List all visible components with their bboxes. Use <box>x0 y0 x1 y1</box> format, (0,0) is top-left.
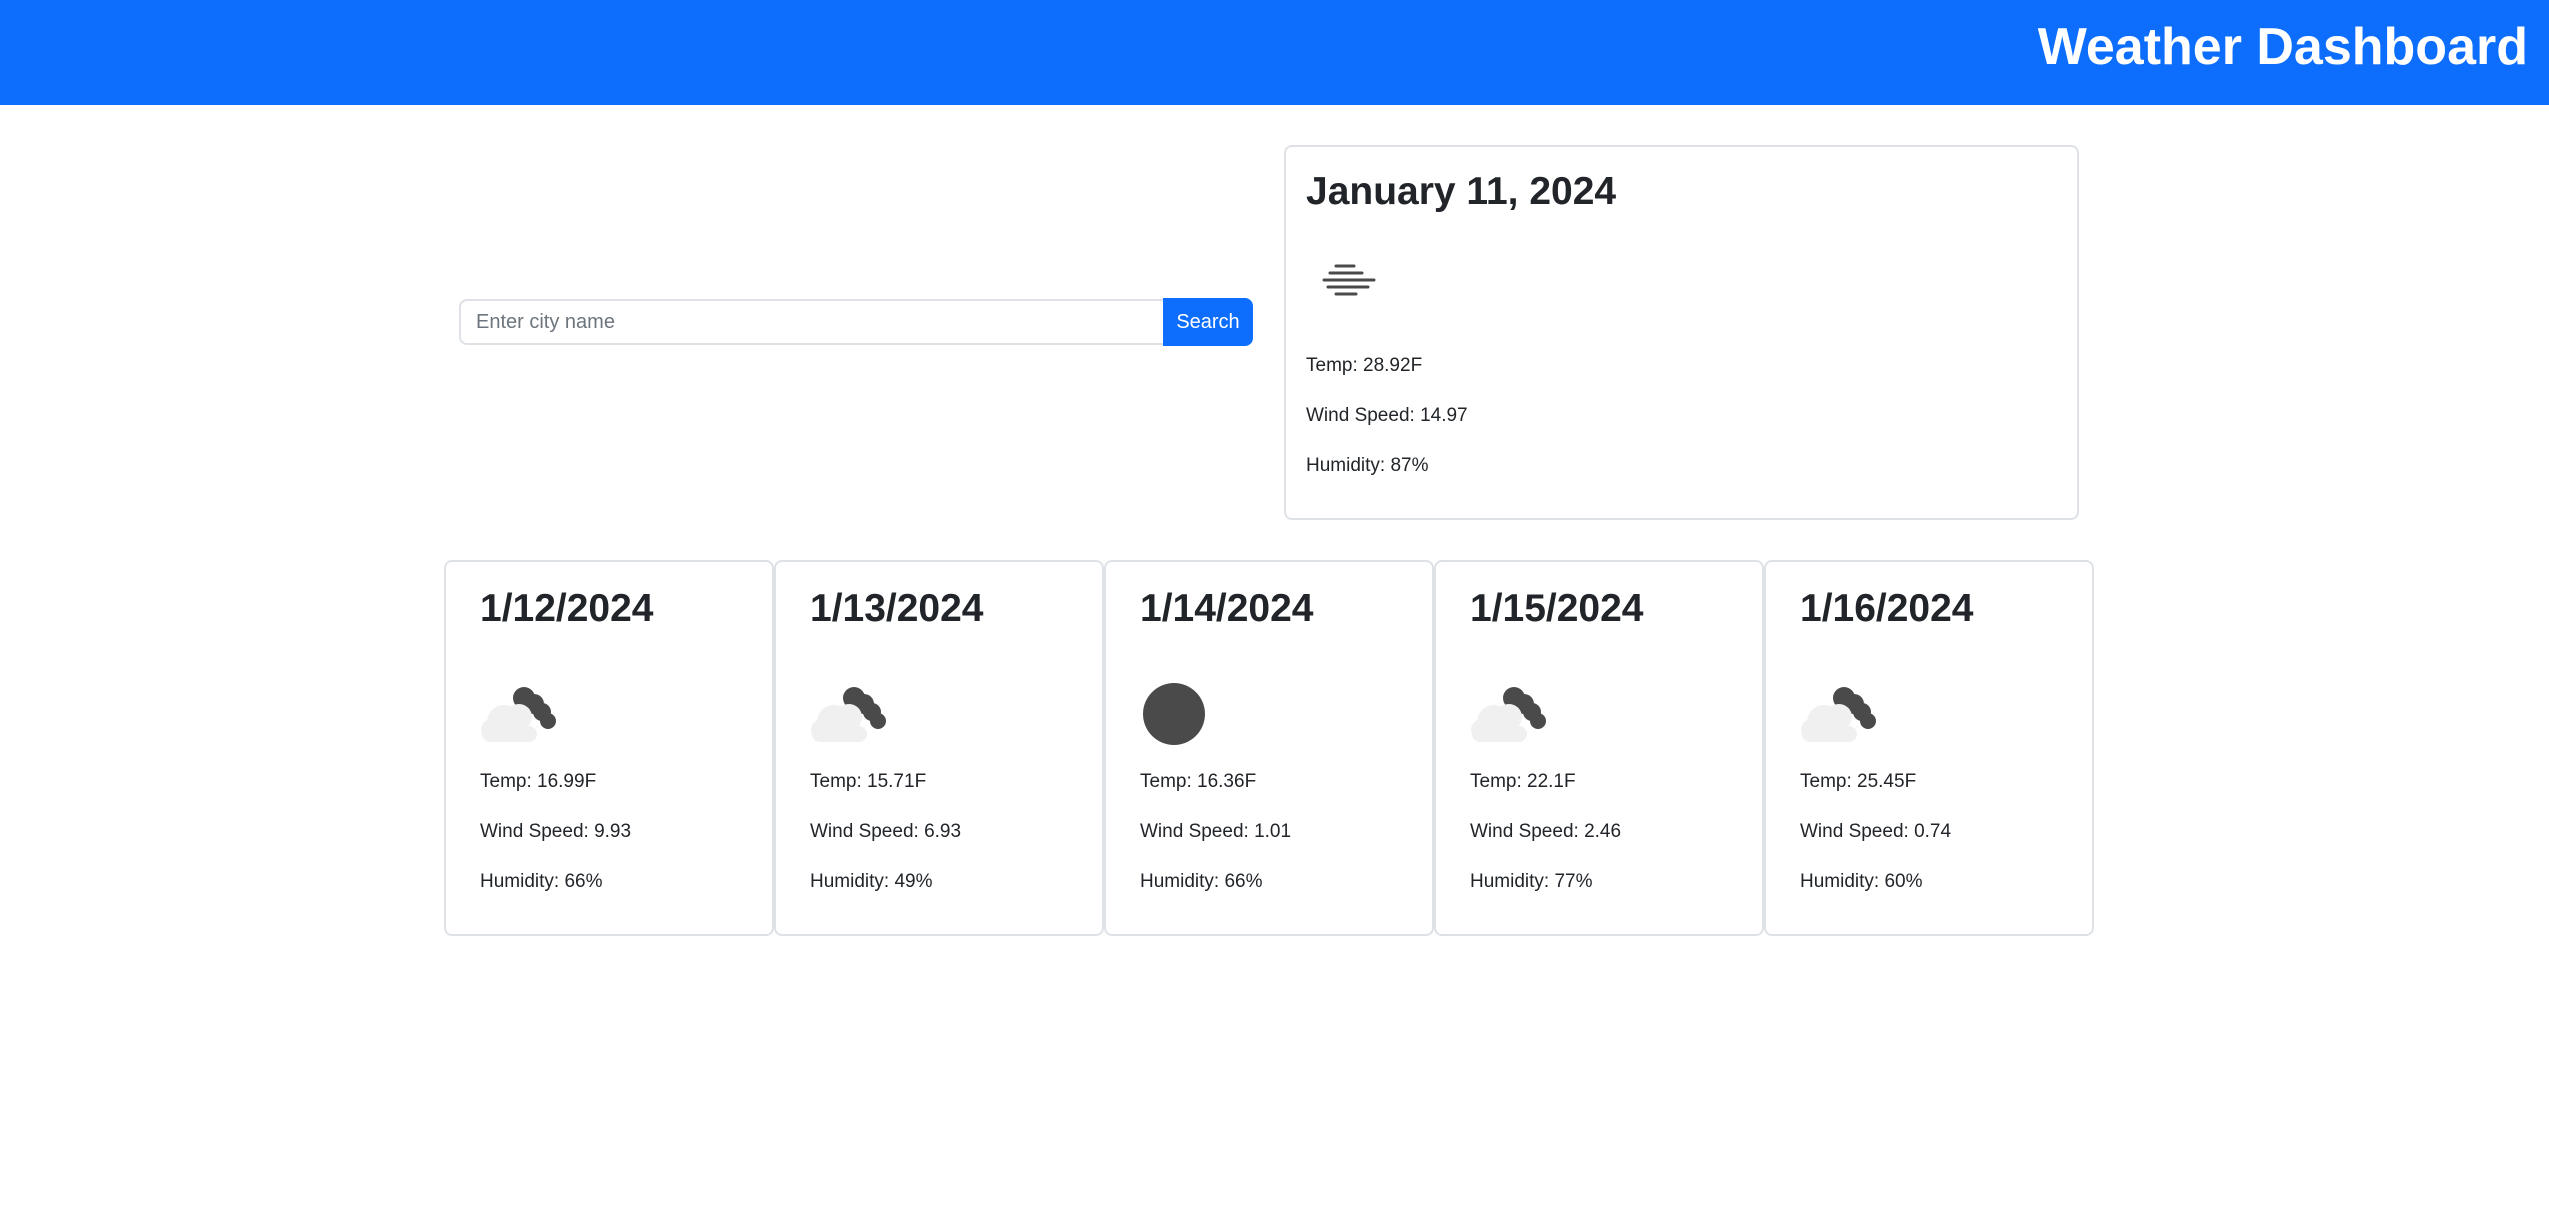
forecast-date: 1/13/2024 <box>810 587 984 630</box>
mist-icon <box>1322 264 1376 296</box>
search-group: Search <box>459 298 1253 346</box>
search-button[interactable]: Search <box>1163 298 1253 346</box>
forecast-date: 1/15/2024 <box>1470 587 1644 630</box>
forecast-card: 1/12/2024 Temp: 16.99F Wind Speed: 9.93 … <box>444 560 774 936</box>
forecast-humidity: Humidity: 66% <box>480 871 603 892</box>
forecast-date: 1/12/2024 <box>480 587 654 630</box>
forecast-card: 1/15/2024 Temp: 22.1F Wind Speed: 2.46 H… <box>1434 560 1764 936</box>
forecast-temp: Temp: 22.1F <box>1470 771 1576 792</box>
forecast-humidity: Humidity: 77% <box>1470 871 1593 892</box>
current-date: January 11, 2024 <box>1306 170 1617 213</box>
forecast-wind: Wind Speed: 1.01 <box>1140 821 1292 842</box>
partly-cloudy-night-icon <box>1801 687 1876 742</box>
partly-cloudy-night-icon <box>481 687 556 742</box>
current-temp: Temp: 28.92F <box>1306 355 1423 376</box>
partly-cloudy-night-icon <box>1471 687 1546 742</box>
forecast-card: 1/14/2024 Temp: 16.36F Wind Speed: 1.01 … <box>1104 560 1434 936</box>
forecast-wind: Wind Speed: 0.74 <box>1800 821 1952 842</box>
page-title: Weather Dashboard <box>2037 18 2528 76</box>
forecast-date: 1/14/2024 <box>1140 587 1314 630</box>
current-wind: Wind Speed: 14.97 <box>1306 405 1468 426</box>
forecast-humidity: Humidity: 60% <box>1800 871 1923 892</box>
forecast-temp: Temp: 15.71F <box>810 771 927 792</box>
forecast-wind: Wind Speed: 6.93 <box>810 821 962 842</box>
forecast-card: 1/16/2024 Temp: 25.45F Wind Speed: 0.74 … <box>1764 560 2094 936</box>
forecast-temp: Temp: 16.36F <box>1140 771 1257 792</box>
forecast-date: 1/16/2024 <box>1800 587 1974 630</box>
city-search-input[interactable] <box>459 299 1163 345</box>
forecast-wind: Wind Speed: 2.46 <box>1470 821 1622 842</box>
current-weather-card: January 11, 2024 Temp: 28.92F Wind Speed… <box>1284 145 2079 520</box>
forecast-wind: Wind Speed: 9.93 <box>480 821 632 842</box>
forecast-card: 1/13/2024 Temp: 15.71F Wind Speed: 6.93 … <box>774 560 1104 936</box>
forecast-humidity: Humidity: 49% <box>810 871 933 892</box>
partly-cloudy-night-icon <box>811 687 886 742</box>
forecast-temp: Temp: 25.45F <box>1800 771 1917 792</box>
forecast-humidity: Humidity: 66% <box>1140 871 1263 892</box>
clear-night-icon <box>1143 683 1205 745</box>
header-bar: Weather Dashboard <box>0 0 2549 105</box>
forecast-temp: Temp: 16.99F <box>480 771 597 792</box>
current-humidity: Humidity: 87% <box>1306 455 1429 476</box>
